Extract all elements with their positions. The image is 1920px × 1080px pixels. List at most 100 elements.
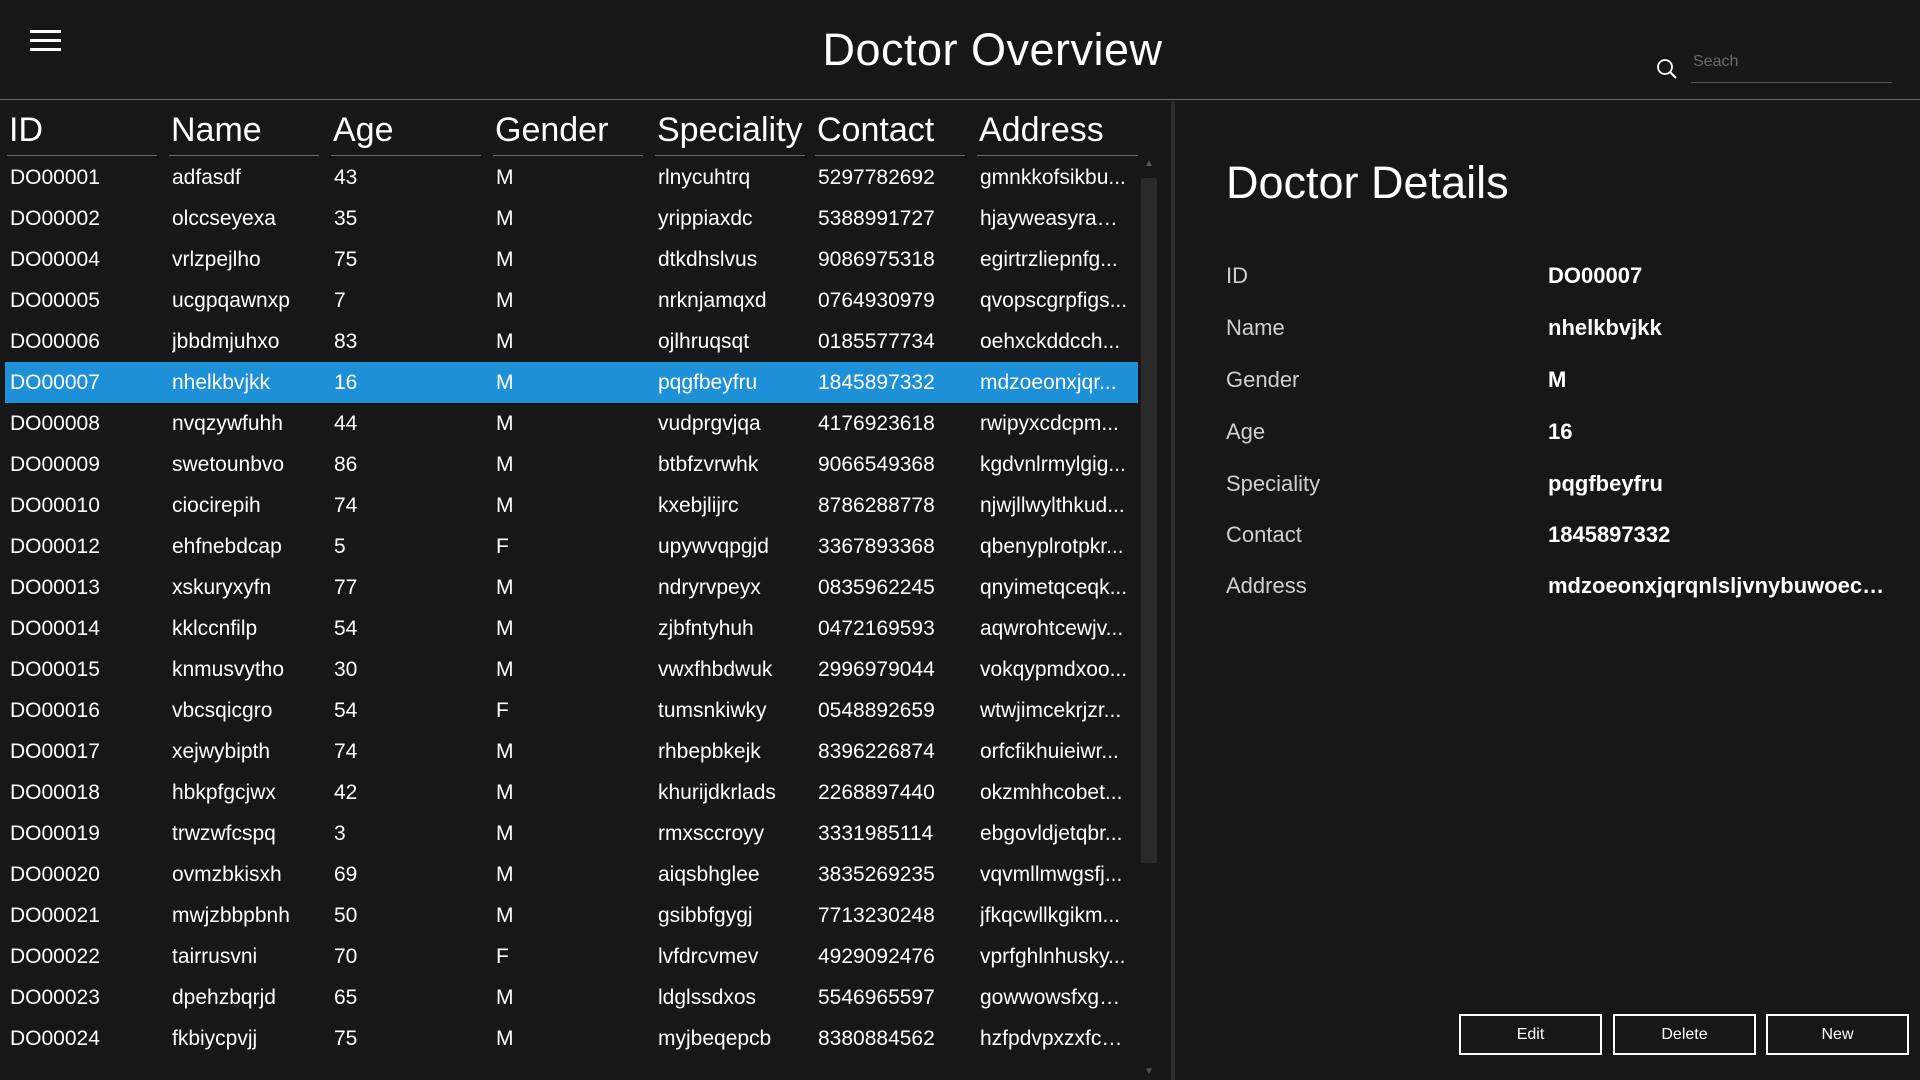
search-icon[interactable]: [1656, 58, 1678, 80]
table-row[interactable]: DO00015 knmusvytho 30 Mvwxfhbdwuk 2996979044…: [5, 649, 1138, 690]
scroll-up-icon[interactable]: ▲: [1143, 158, 1155, 170]
detail-value: pqgfbeyfru: [1548, 471, 1663, 496]
table-row[interactable]: DO00013 xskuryxyfn 77 Mndryrvpeyx 0835962245…: [5, 567, 1138, 608]
detail-row-speciality: Speciality pqgfbeyfru: [1226, 471, 1906, 511]
cell-age: 44: [334, 412, 358, 435]
cell-age: 50: [334, 904, 358, 927]
cell-age: 5: [334, 535, 346, 558]
cell-id: DO00007: [10, 371, 100, 394]
cell-id: DO00024: [10, 1027, 100, 1050]
doctor-table-body: DO00001 adfasdf 43 Mrlnycuhtrq 5297782692 gmn…: [5, 157, 1138, 1059]
new-button[interactable]: New: [1766, 1014, 1909, 1055]
cell-gender: M: [496, 904, 514, 927]
cell-contact: 1845897332: [818, 371, 935, 394]
column-header-gender[interactable]: Gender: [493, 111, 643, 156]
cell-name: ovmzbkisxh: [172, 863, 282, 886]
cell-age: 77: [334, 576, 358, 599]
column-header-id[interactable]: ID: [7, 111, 157, 156]
table-row[interactable]: DO00021 mwjzbbpbnh 50 Mgsibbfgygj 7713230248…: [5, 895, 1138, 936]
delete-button[interactable]: Delete: [1613, 1014, 1756, 1055]
cell-name: xejwybipth: [172, 740, 271, 763]
cell-address: vprfghlnhusky...: [980, 945, 1126, 968]
table-row[interactable]: DO00006 jbbdmjuhxo 83 Mojlhruqsqt 0185577734…: [5, 321, 1138, 362]
cell-gender: M: [496, 822, 514, 845]
detail-value: mdzoeonxjqrqnlsljvnybuwoecq...: [1548, 573, 1888, 598]
cell-age: 7: [334, 289, 346, 312]
cell-gender: M: [496, 1027, 514, 1050]
table-row[interactable]: DO00019 trwzwfcspq 3 Mrmxsccroyy 3331985114 e…: [5, 813, 1138, 854]
detail-row-age: Age 16: [1226, 419, 1906, 459]
search-input[interactable]: [1691, 48, 1892, 83]
cell-id: DO00005: [10, 289, 100, 312]
cell-age: 43: [334, 166, 358, 189]
cell-age: 86: [334, 453, 358, 476]
table-row[interactable]: DO00016 vbcsqicgro 54 Ftumsnkiwky 0548892659…: [5, 690, 1138, 731]
table-row[interactable]: DO00009 swetounbvo 86 Mbtbfzvrwhk 9066549368…: [5, 444, 1138, 485]
cell-speciality: dtkdhslvus: [658, 248, 758, 271]
table-row[interactable]: DO00020 ovmzbkisxh 69 Maiqsbhglee 3835269235…: [5, 854, 1138, 895]
pane-splitter[interactable]: [1171, 101, 1175, 1080]
table-row[interactable]: DO00014 kklccnfilp 54 Mzjbfntyhuh 0472169593…: [5, 608, 1138, 649]
cell-speciality: khurijdkrlads: [658, 781, 776, 804]
table-row[interactable]: DO00024 fkbiycpvjj 75 Mmyjbeqepcb 8380884562…: [5, 1018, 1138, 1059]
cell-contact: 0764930979: [818, 289, 935, 312]
cell-gender: M: [496, 412, 514, 435]
cell-address: mdzoeonxjqr...: [980, 371, 1117, 394]
table-row[interactable]: DO00010 ciocirepih 74 Mkxebjlijrc 8786288778…: [5, 485, 1138, 526]
table-row[interactable]: DO00018 hbkpfgcjwx 42 Mkhurijdkrlads 2268897…: [5, 772, 1138, 813]
cell-address: gmnkkofsikbu...: [980, 166, 1126, 189]
cell-gender: M: [496, 207, 514, 230]
detail-row-gender: Gender M: [1226, 367, 1906, 407]
cell-address: egirtrzliepnfg...: [980, 248, 1118, 271]
cell-age: 54: [334, 699, 358, 722]
scroll-down-icon[interactable]: ▼: [1143, 1066, 1155, 1078]
detail-value: M: [1548, 367, 1567, 392]
table-row[interactable]: DO00001 adfasdf 43 Mrlnycuhtrq 5297782692 gmn…: [5, 157, 1138, 198]
table-row[interactable]: DO00012 ehfnebdcap 5 Fupywvqpgjd 3367893368 q…: [5, 526, 1138, 567]
cell-id: DO00015: [10, 658, 100, 681]
cell-address: oehxckddcch...: [980, 330, 1121, 353]
table-row[interactable]: DO00004 vrlzpejlho 75 Mdtkdhslvus 9086975318…: [5, 239, 1138, 280]
cell-contact: 7713230248: [818, 904, 935, 927]
column-header-speciality[interactable]: Speciality: [655, 111, 805, 156]
page-title: Doctor Overview: [822, 24, 1163, 75]
column-header-age[interactable]: Age: [331, 111, 481, 156]
cell-gender: M: [496, 371, 514, 394]
cell-gender: F: [496, 699, 509, 722]
vertical-scrollbar[interactable]: ▲ ▼: [1138, 156, 1160, 1080]
column-header-address[interactable]: Address: [977, 111, 1138, 156]
cell-gender: M: [496, 494, 514, 517]
cell-id: DO00014: [10, 617, 100, 640]
table-row[interactable]: DO00008 nvqzywfuhh 44 Mvudprgvjqa 4176923618…: [5, 403, 1138, 444]
cell-contact: 0548892659: [818, 699, 935, 722]
cell-age: 3: [334, 822, 346, 845]
cell-age: 54: [334, 617, 358, 640]
column-header-name[interactable]: Name: [169, 111, 319, 156]
table-row[interactable]: DO00005 ucgpqawnxp 7 Mnrknjamqxd 0764930979 q…: [5, 280, 1138, 321]
cell-id: DO00018: [10, 781, 100, 804]
cell-speciality: vwxfhbdwuk: [658, 658, 773, 681]
doctor-list-pane: ID Name Age Gender Speciality Contact Ad…: [0, 101, 1171, 1080]
cell-id: DO00020: [10, 863, 100, 886]
cell-address: wtwjimcekrjzr...: [980, 699, 1122, 722]
cell-age: 75: [334, 1027, 358, 1050]
cell-gender: M: [496, 248, 514, 271]
cell-speciality: ojlhruqsqt: [658, 330, 750, 353]
cell-id: DO00023: [10, 986, 100, 1009]
cell-contact: 2268897440: [818, 781, 935, 804]
table-row[interactable]: DO00007 nhelkbvjkk 16 Mpqgfbeyfru 1845897332…: [5, 362, 1138, 403]
column-header-contact[interactable]: Contact: [815, 111, 965, 156]
detail-label: Address: [1226, 573, 1307, 598]
edit-button[interactable]: Edit: [1459, 1014, 1602, 1055]
cell-age: 74: [334, 494, 358, 517]
table-row[interactable]: DO00017 xejwybipth 74 Mrhbepbkejk 8396226874…: [5, 731, 1138, 772]
cell-name: trwzwfcspq: [172, 822, 276, 845]
column-header-row: ID Name Age Gender Speciality Contact Ad…: [0, 101, 1138, 156]
cell-speciality: ldglssdxos: [658, 986, 757, 1009]
cell-address: orfcfikhuieiwr...: [980, 740, 1119, 763]
scroll-thumb[interactable]: [1141, 178, 1157, 863]
table-row[interactable]: DO00023 dpehzbqrjd 65 Mldglssdxos 5546965597…: [5, 977, 1138, 1018]
table-row[interactable]: DO00022 tairrusvni 70 Flvfdrcvmev 4929092476…: [5, 936, 1138, 977]
table-row[interactable]: DO00002 olccseyexa 35 Myrippiaxdc 5388991727…: [5, 198, 1138, 239]
cell-contact: 3331985114: [818, 822, 934, 845]
